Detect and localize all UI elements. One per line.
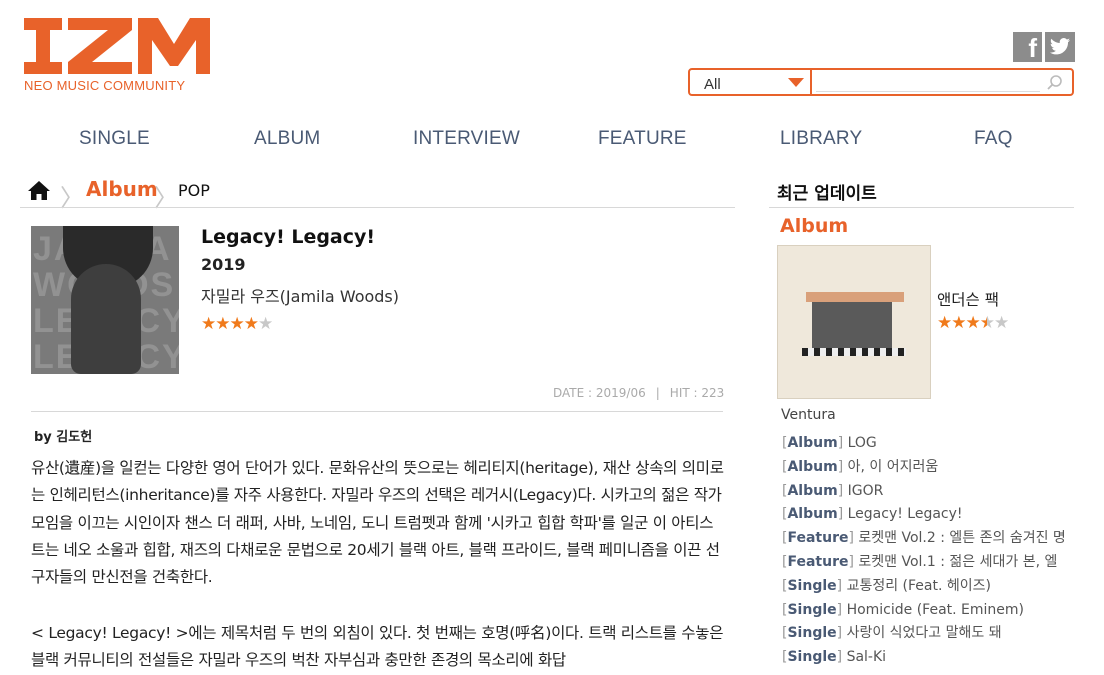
divider xyxy=(20,207,735,208)
sidebar-title: 최근 업데이트 xyxy=(777,184,877,204)
search-category-value: All xyxy=(704,76,721,93)
album-year: 2019 xyxy=(201,255,246,274)
featured-rating: ★★★★★ xyxy=(937,313,1009,333)
nav-faq[interactable]: FAQ xyxy=(974,128,1013,150)
logo-mark xyxy=(24,18,210,74)
recent-updates-list: [Album] LOG [Album] 아, 이 어지러움 [Album] IG… xyxy=(782,432,1082,670)
nav-interview[interactable]: INTERVIEW xyxy=(413,128,520,150)
list-item[interactable]: [Album] IGOR xyxy=(782,480,1072,504)
album-meta: DATE : 2019/06 | HIT : 223 xyxy=(553,386,724,400)
album-title: Legacy! Legacy! xyxy=(201,226,376,248)
main-nav: SINGLE ALBUM INTERVIEW FEATURE LIBRARY F… xyxy=(0,128,1104,154)
review-paragraph: 유산(遺産)을 일컫는 다양한 영어 단어가 있다. 문화유산의 뜻으로는 헤리… xyxy=(31,459,724,587)
cover-figure xyxy=(71,264,141,374)
search-input[interactable] xyxy=(816,73,1040,92)
album-hits: HIT : 223 xyxy=(669,386,725,400)
review-author: by 김도헌 xyxy=(34,430,93,445)
star-half-icon: ★ xyxy=(979,313,995,333)
breadcrumb-genre[interactable]: POP xyxy=(178,181,210,200)
star-icon: ★ xyxy=(243,314,259,334)
nav-feature[interactable]: FEATURE xyxy=(598,128,687,150)
chevron-down-icon xyxy=(788,78,804,87)
list-item[interactable]: [Single] 사랑이 식었다고 말해도 돼 xyxy=(782,622,1072,646)
star-icon: ★ xyxy=(951,313,966,333)
featured-album-title[interactable]: Ventura xyxy=(781,407,836,423)
list-item[interactable]: [Feature] 로켓맨 Vol.1 : 젊은 세대가 본, 엘 xyxy=(782,551,1072,575)
list-item[interactable]: [Single] Sal-Ki xyxy=(782,646,1072,670)
search-icon[interactable] xyxy=(1046,74,1064,92)
album-rating: ★★★★★ xyxy=(201,314,273,334)
logo-subtitle: NEO MUSIC COMMUNITY xyxy=(24,78,186,93)
home-icon[interactable] xyxy=(28,181,50,200)
facebook-button[interactable]: f xyxy=(1013,32,1042,62)
star-icon: ★ xyxy=(229,314,245,334)
cover-art xyxy=(806,292,904,302)
breadcrumb-section[interactable]: Album xyxy=(86,177,158,201)
featured-album-cover[interactable] xyxy=(777,245,931,399)
star-icon: ★ xyxy=(965,313,981,333)
star-icon: ★ xyxy=(937,313,952,333)
twitter-icon xyxy=(1050,38,1070,55)
sidebar-category: Album xyxy=(780,215,849,237)
featured-artist[interactable]: 앤더슨 팩 xyxy=(937,288,999,310)
divider xyxy=(31,411,723,412)
list-item[interactable]: [Single] 교통정리 (Feat. 헤이즈) xyxy=(782,575,1072,599)
divider xyxy=(769,207,1074,208)
nav-library[interactable]: LIBRARY xyxy=(780,128,862,150)
search-category-select[interactable]: All xyxy=(690,70,812,94)
album-artist[interactable]: 자밀라 우즈(Jamila Woods) xyxy=(201,283,399,307)
list-item[interactable]: [Album] Legacy! Legacy! xyxy=(782,503,1072,527)
list-item[interactable]: [Feature] 로켓맨 Vol.2 : 엘튼 존의 숨겨진 명 xyxy=(782,527,1072,551)
twitter-button[interactable] xyxy=(1045,32,1075,62)
list-item[interactable]: [Album] 아, 이 어지러움 xyxy=(782,456,1072,480)
list-item[interactable]: [Album] LOG xyxy=(782,432,1072,456)
nav-single[interactable]: SINGLE xyxy=(79,128,150,150)
facebook-icon: f xyxy=(1028,33,1037,63)
star-icon: ★ xyxy=(258,314,273,334)
cover-art xyxy=(802,348,906,356)
album-date: DATE : 2019/06 xyxy=(553,386,646,400)
nav-album[interactable]: ALBUM xyxy=(254,128,320,150)
meta-separator: | xyxy=(655,386,660,400)
site-logo[interactable]: NEO MUSIC COMMUNITY xyxy=(24,18,224,98)
list-item[interactable]: [Single] Homicide (Feat. Eminem) xyxy=(782,599,1072,623)
search-bar: All xyxy=(688,68,1074,96)
star-icon: ★ xyxy=(994,313,1009,333)
star-icon: ★ xyxy=(201,314,216,334)
review-paragraph: < Legacy! Legacy! >에는 제목처럼 두 번의 외침이 있다. … xyxy=(31,624,724,670)
album-cover: JAMILA WOODS LEGACY LEGACY xyxy=(31,226,179,374)
star-icon: ★ xyxy=(215,314,230,334)
cover-art xyxy=(812,302,892,350)
